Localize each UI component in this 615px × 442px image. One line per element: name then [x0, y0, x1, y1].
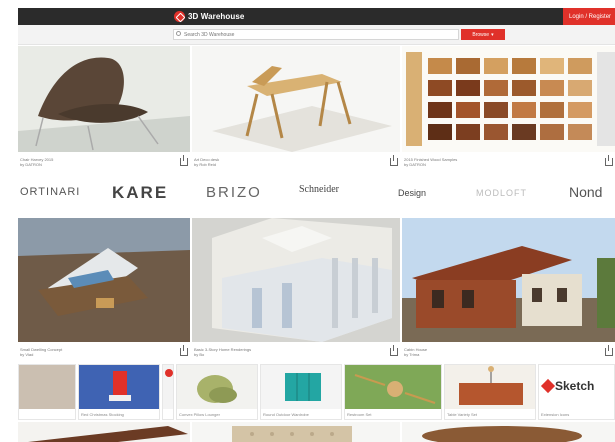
small-tile[interactable]: Round Outdoor Wardrobe — [260, 364, 342, 420]
sketchup-brand-text: Sketch — [555, 379, 595, 393]
wood-swatch — [512, 58, 536, 74]
wood-swatch — [540, 102, 564, 118]
chevron-down-icon: ▾ — [491, 31, 494, 38]
small-tile-caption: Extension Icons — [541, 412, 570, 417]
download-icon[interactable] — [605, 345, 613, 356]
small-tile[interactable] — [162, 364, 174, 420]
brand-logo[interactable]: KARE — [112, 183, 168, 203]
brand-logo[interactable]: MODLOFT — [476, 188, 527, 198]
search-icon — [176, 31, 181, 36]
download-icon[interactable] — [605, 155, 613, 166]
wood-swatch — [484, 102, 508, 118]
wood-swatch — [568, 80, 592, 96]
warehouse-logo[interactable]: 3D Warehouse — [174, 10, 244, 23]
wood-swatch — [456, 124, 480, 140]
model-thumbnail — [192, 422, 400, 442]
model-tile-wood-samples[interactable]: 2015 Finished Wood Samples by DATRON — [402, 46, 615, 168]
small-tile-caption: Restroom Set — [347, 412, 372, 417]
wood-swatch — [428, 80, 452, 96]
download-icon[interactable] — [180, 345, 188, 356]
model-thumbnail — [18, 218, 190, 342]
brand-logo[interactable]: Design — [398, 188, 426, 198]
wood-swatch — [456, 80, 480, 96]
warehouse-logo-icon — [174, 11, 185, 22]
brand-logo[interactable]: ORTINARI — [20, 186, 80, 198]
model-thumbnail — [402, 218, 615, 342]
search-bar: Browse ▾ — [18, 25, 615, 45]
brand-logo[interactable]: BRIZO — [206, 184, 262, 201]
small-tile[interactable] — [18, 364, 76, 420]
model-caption: Basic 3-Story Home Renderings by Bo — [194, 347, 252, 357]
wood-swatch — [512, 124, 536, 140]
top-bar: 3D Warehouse Login / Register — [18, 8, 615, 25]
model-caption: 2015 Finished Wood Samples by DATRON — [404, 157, 458, 167]
logo-text: 3D Warehouse — [188, 12, 245, 21]
wood-swatch — [540, 58, 564, 74]
model-thumbnail — [192, 46, 400, 152]
wood-swatch — [484, 80, 508, 96]
download-icon[interactable] — [390, 345, 398, 356]
wood-swatch — [568, 58, 592, 74]
wood-swatch — [428, 58, 452, 74]
brand-logos-row: ORTINARI KARE BRIZO Schneider Design MOD… — [18, 172, 615, 218]
wood-swatch — [428, 102, 452, 118]
model-tile-dwelling[interactable]: Small Dwelling Concept by Vlad — [18, 218, 190, 358]
browser-viewport: 3D Warehouse Login / Register Browse ▾ C… — [18, 8, 615, 442]
small-tile-caption: Convex Pillow Lounger — [179, 412, 220, 417]
model-thumbnail — [18, 46, 190, 152]
signin-button[interactable]: Login / Register — [563, 8, 615, 25]
model-tile-oval-table[interactable] — [402, 422, 615, 442]
model-tile-table[interactable] — [18, 422, 190, 442]
model-tile-home-render[interactable]: Basic 3-Story Home Renderings by Bo — [192, 218, 400, 358]
model-tile-chair[interactable]: Chair Harvey 2015 by DATRON — [18, 46, 190, 168]
wood-swatch — [456, 58, 480, 74]
model-tile-desk[interactable]: Art Deco desk by Rob Reid — [192, 46, 400, 168]
small-tile[interactable]: Table Variety Set — [444, 364, 536, 420]
model-caption: Cabin House by Trima — [404, 347, 428, 357]
small-tile-caption: Red Christmas Stocking — [81, 412, 124, 417]
model-thumbnail — [402, 422, 615, 442]
wood-swatch — [540, 80, 564, 96]
model-caption: Small Dwelling Concept by Vlad — [20, 347, 63, 357]
wood-swatch — [512, 102, 536, 118]
wood-swatch — [540, 124, 564, 140]
brand-logo[interactable]: Schneider — [299, 184, 339, 195]
wood-swatch — [568, 124, 592, 140]
small-tile[interactable]: Sketch Extension Icons — [538, 364, 615, 420]
browse-button[interactable]: Browse ▾ — [461, 29, 505, 40]
sketchup-icon — [540, 378, 556, 394]
wood-swatch — [456, 102, 480, 118]
search-input[interactable] — [173, 29, 459, 40]
model-thumbnail — [402, 46, 615, 152]
small-tile-caption: Table Variety Set — [447, 412, 477, 417]
model-caption: Art Deco desk by Rob Reid — [194, 157, 220, 167]
brand-logo[interactable]: Nond — [569, 184, 602, 200]
model-tile-cabin[interactable]: Cabin House by Trima — [402, 218, 615, 358]
wood-swatch — [568, 102, 592, 118]
small-tile[interactable]: Convex Pillow Lounger — [176, 364, 258, 420]
wood-swatch — [512, 80, 536, 96]
model-thumbnail — [192, 218, 400, 342]
download-icon[interactable] — [180, 155, 188, 166]
small-tile[interactable]: Restroom Set — [344, 364, 442, 420]
wood-swatch — [484, 124, 508, 140]
download-icon[interactable] — [390, 155, 398, 166]
browse-label: Browse — [472, 31, 490, 38]
small-tile-caption: Round Outdoor Wardrobe — [263, 412, 309, 417]
model-caption: Chair Harvey 2015 by DATRON — [20, 157, 54, 167]
model-tile-bed[interactable] — [192, 422, 400, 442]
model-thumbnail — [18, 422, 190, 442]
wood-swatch — [484, 58, 508, 74]
wood-swatch — [428, 124, 452, 140]
small-tile[interactable]: Red Christmas Stocking — [78, 364, 160, 420]
